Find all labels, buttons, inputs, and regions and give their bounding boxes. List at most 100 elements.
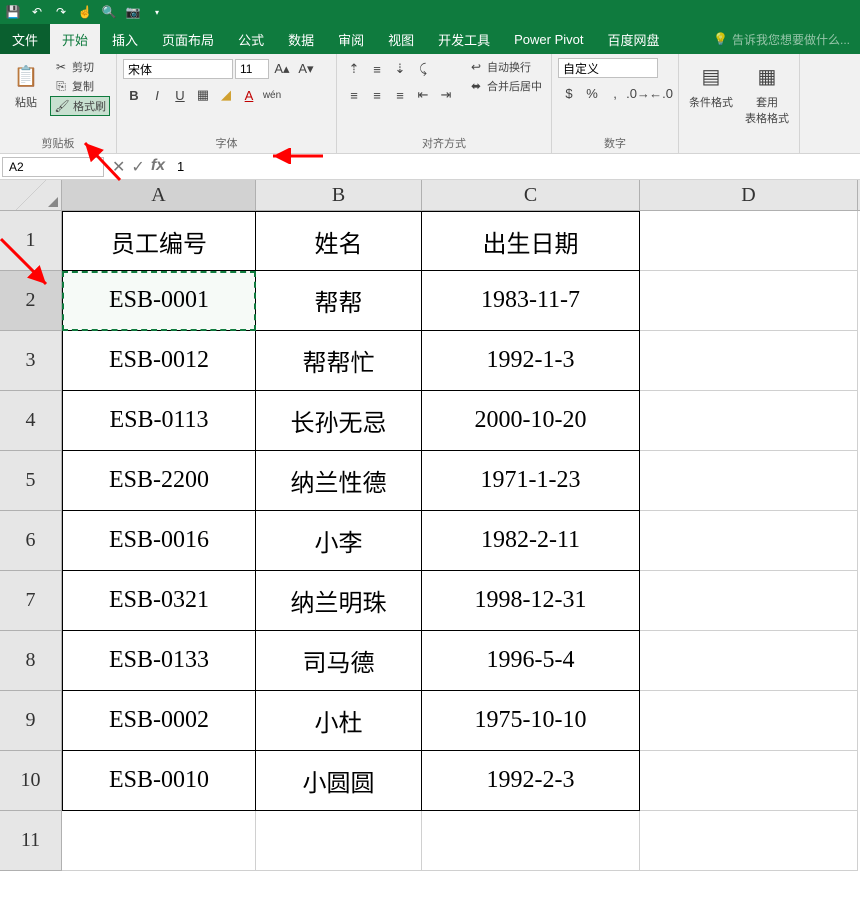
- insert-function-icon[interactable]: fx: [151, 157, 165, 177]
- align-top-icon[interactable]: ⇡: [343, 58, 365, 80]
- redo-icon[interactable]: ↷: [52, 3, 70, 21]
- cell[interactable]: 司马德: [256, 631, 422, 691]
- increase-decimal-icon[interactable]: .0→: [627, 82, 649, 104]
- cell[interactable]: 1996-5-4: [422, 631, 640, 691]
- italic-button[interactable]: I: [146, 84, 168, 106]
- row-header[interactable]: 10: [0, 751, 62, 811]
- col-header-d[interactable]: D: [640, 180, 858, 210]
- col-header-c[interactable]: C: [422, 180, 640, 210]
- tab-review[interactable]: 审阅: [326, 24, 376, 54]
- align-left-icon[interactable]: ≡: [343, 84, 365, 106]
- cell[interactable]: 小李: [256, 511, 422, 571]
- cell[interactable]: 1992-1-3: [422, 331, 640, 391]
- row-header[interactable]: 6: [0, 511, 62, 571]
- cell[interactable]: [256, 811, 422, 871]
- cell[interactable]: 1998-12-31: [422, 571, 640, 631]
- cell[interactable]: 帮帮: [256, 271, 422, 331]
- font-color-button[interactable]: A: [238, 84, 260, 106]
- cell[interactable]: ESB-0012: [62, 331, 256, 391]
- format-painter-button[interactable]: 🖌 格式刷: [50, 96, 110, 116]
- cell[interactable]: [640, 691, 858, 751]
- cell[interactable]: 员工编号: [62, 211, 256, 271]
- formula-input[interactable]: [171, 157, 860, 176]
- row-header[interactable]: 9: [0, 691, 62, 751]
- decrease-font-icon[interactable]: A▾: [295, 58, 317, 80]
- row-header[interactable]: 4: [0, 391, 62, 451]
- cell[interactable]: [640, 511, 858, 571]
- fill-color-button[interactable]: ◢: [215, 84, 237, 106]
- cell[interactable]: [422, 811, 640, 871]
- cell[interactable]: 帮帮忙: [256, 331, 422, 391]
- tab-insert[interactable]: 插入: [100, 24, 150, 54]
- cut-button[interactable]: ✂ 剪切: [50, 58, 110, 76]
- cell[interactable]: [62, 811, 256, 871]
- camera-icon[interactable]: 📷: [124, 3, 142, 21]
- underline-button[interactable]: U: [169, 84, 191, 106]
- align-right-icon[interactable]: ≡: [389, 84, 411, 106]
- conditional-format-button[interactable]: ▤ 条件格式: [685, 58, 737, 112]
- decrease-decimal-icon[interactable]: ←.0: [650, 82, 672, 104]
- borders-button[interactable]: ▦: [192, 84, 214, 106]
- save-icon[interactable]: 💾: [4, 3, 22, 21]
- orientation-icon[interactable]: ⤹: [412, 58, 434, 80]
- cell[interactable]: ESB-0133: [62, 631, 256, 691]
- font-size-select[interactable]: [235, 59, 269, 79]
- cell[interactable]: 长孙无忌: [256, 391, 422, 451]
- name-box[interactable]: [2, 157, 104, 177]
- row-header[interactable]: 11: [0, 811, 62, 871]
- cell[interactable]: ESB-0321: [62, 571, 256, 631]
- tab-home[interactable]: 开始: [50, 24, 100, 54]
- row-header[interactable]: 1: [0, 211, 62, 271]
- cell[interactable]: ESB-0001: [62, 271, 256, 331]
- qat-customize-icon[interactable]: ▾: [148, 3, 166, 21]
- tab-power-pivot[interactable]: Power Pivot: [502, 24, 595, 54]
- currency-icon[interactable]: $: [558, 82, 580, 104]
- row-header[interactable]: 2: [0, 271, 62, 331]
- tab-view[interactable]: 视图: [376, 24, 426, 54]
- cell[interactable]: ESB-0002: [62, 691, 256, 751]
- tab-file[interactable]: 文件: [0, 24, 50, 54]
- cell[interactable]: 1971-1-23: [422, 451, 640, 511]
- cancel-formula-icon[interactable]: ✕: [112, 157, 125, 177]
- phonetic-button[interactable]: wén: [261, 84, 283, 106]
- enter-formula-icon[interactable]: ✓: [131, 157, 144, 177]
- cell[interactable]: 1992-2-3: [422, 751, 640, 811]
- paste-button[interactable]: 📋 粘贴: [6, 58, 46, 112]
- increase-font-icon[interactable]: A▴: [271, 58, 293, 80]
- percent-icon[interactable]: %: [581, 82, 603, 104]
- cell[interactable]: 1975-10-10: [422, 691, 640, 751]
- cell[interactable]: 小杜: [256, 691, 422, 751]
- cell[interactable]: [640, 211, 858, 271]
- cell[interactable]: 姓名: [256, 211, 422, 271]
- tab-page-layout[interactable]: 页面布局: [150, 24, 226, 54]
- number-format-select[interactable]: [558, 58, 658, 78]
- cell[interactable]: [640, 451, 858, 511]
- tab-baidu[interactable]: 百度网盘: [596, 24, 672, 54]
- cell[interactable]: ESB-0010: [62, 751, 256, 811]
- cell[interactable]: 小圆圆: [256, 751, 422, 811]
- cell[interactable]: [640, 811, 858, 871]
- font-name-select[interactable]: [123, 59, 233, 79]
- row-header[interactable]: 7: [0, 571, 62, 631]
- tab-data[interactable]: 数据: [276, 24, 326, 54]
- print-preview-icon[interactable]: 🔍: [100, 3, 118, 21]
- cell[interactable]: [640, 571, 858, 631]
- decrease-indent-icon[interactable]: ⇤: [412, 84, 434, 106]
- cell[interactable]: ESB-0016: [62, 511, 256, 571]
- align-middle-icon[interactable]: ≡: [366, 58, 388, 80]
- row-header[interactable]: 8: [0, 631, 62, 691]
- col-header-b[interactable]: B: [256, 180, 422, 210]
- col-header-a[interactable]: A: [62, 180, 256, 210]
- merge-center-button[interactable]: ⬌ 合并后居中: [465, 77, 545, 95]
- increase-indent-icon[interactable]: ⇥: [435, 84, 457, 106]
- format-as-table-button[interactable]: ▦ 套用 表格格式: [741, 58, 793, 128]
- cell[interactable]: [640, 631, 858, 691]
- select-all-corner[interactable]: [0, 180, 62, 210]
- cell[interactable]: [640, 751, 858, 811]
- touch-mode-icon[interactable]: ☝: [76, 3, 94, 21]
- tell-me-search[interactable]: 💡 告诉我您想要做什么...: [703, 24, 860, 54]
- wrap-text-button[interactable]: ↩ 自动换行: [465, 58, 545, 76]
- cell[interactable]: 1982-2-11: [422, 511, 640, 571]
- cell[interactable]: ESB-0113: [62, 391, 256, 451]
- row-header[interactable]: 3: [0, 331, 62, 391]
